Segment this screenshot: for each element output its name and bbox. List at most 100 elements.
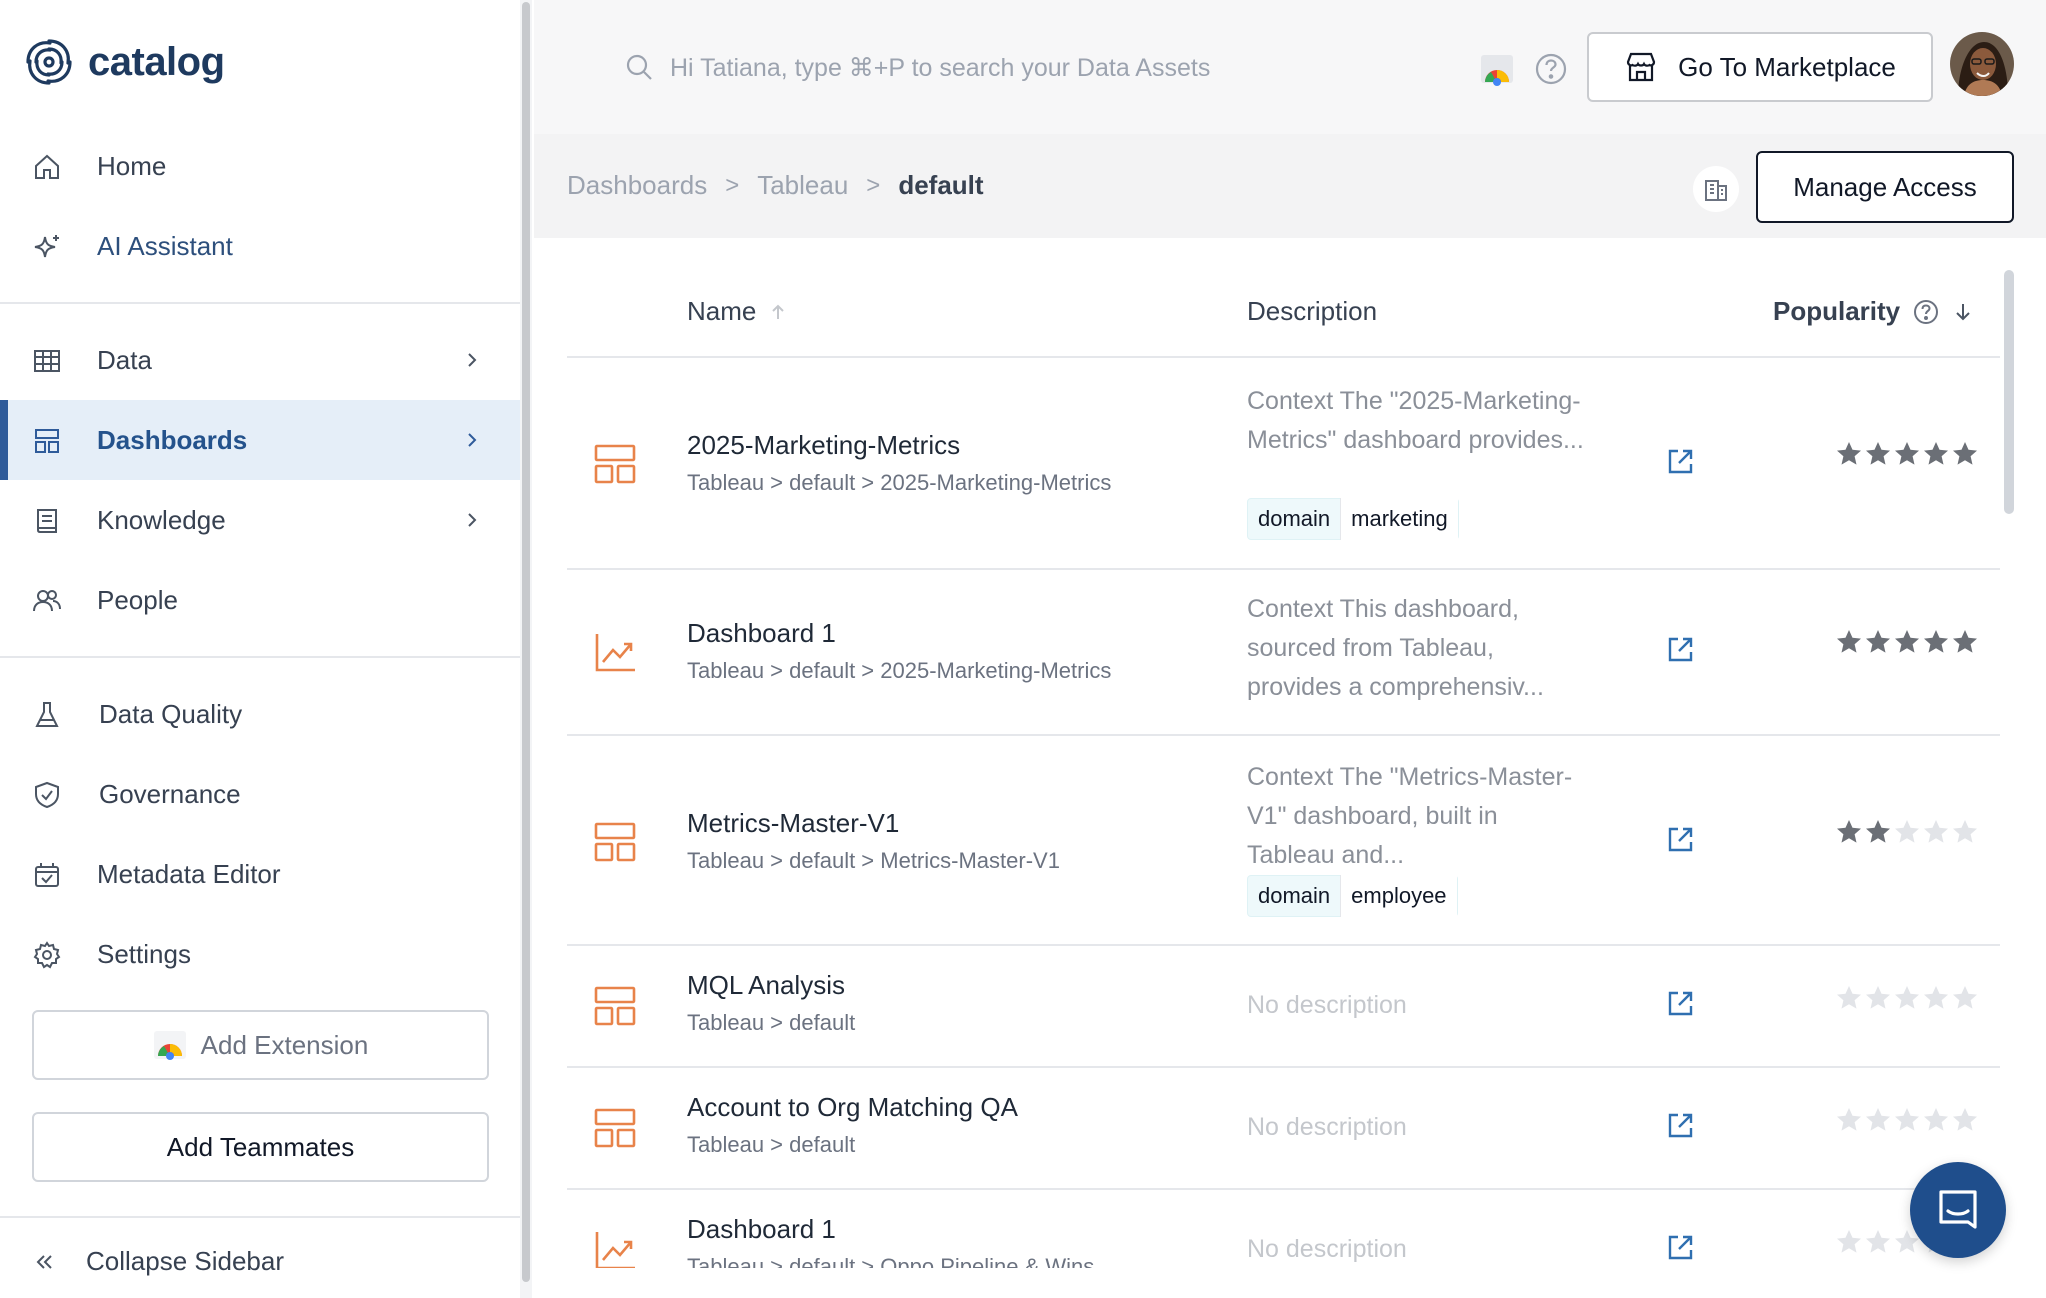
dashboard-path: Tableau > default > Metrics-Master-V1 (687, 848, 1060, 873)
dashboard-name[interactable]: MQL Analysis (687, 970, 845, 1001)
sidebar-item-label: Data (97, 344, 152, 375)
sidebar-item-data-quality[interactable]: Data Quality (0, 674, 520, 754)
table-row[interactable]: 2025-Marketing-Metrics Tableau > default… (567, 358, 2000, 568)
star-icon (1924, 820, 1948, 843)
avatar[interactable] (1950, 32, 2014, 96)
star-icon (1837, 986, 1861, 1009)
star-icon (1866, 986, 1890, 1009)
search-input[interactable] (670, 44, 1450, 92)
star-icon (1866, 820, 1890, 843)
breadcrumb: Dashboards > Tableau > default (567, 170, 984, 201)
chrome-extension-icon[interactable] (1480, 52, 1514, 86)
sidebar-item-dashboards[interactable]: Dashboards (0, 400, 520, 480)
popularity-stars (1835, 1106, 1979, 1134)
add-teammates-button[interactable]: Add Teammates (32, 1112, 489, 1182)
star-icon (1837, 630, 1861, 653)
star-icon (1895, 986, 1919, 1009)
external-link-icon[interactable] (1664, 824, 1696, 856)
sidebar-item-data[interactable]: Data (0, 320, 520, 400)
column-header-label: Popularity (1773, 296, 1901, 326)
star-icon (1866, 1230, 1890, 1253)
star-icon (1895, 442, 1919, 465)
sidebar-item-label: Knowledge (97, 504, 226, 535)
breadcrumb-current: default (898, 170, 984, 200)
sidebar: catalog Home AI Assistant Data Dashboard… (0, 0, 522, 1298)
popularity-stars (1835, 818, 1979, 846)
dashboard-name[interactable]: Dashboard 1 (687, 1214, 836, 1245)
user-avatar-image (1950, 32, 2014, 96)
dashboard-path: Tableau > default > 2025-Marketing-Metri… (687, 658, 1112, 683)
sidebar-item-metadata-editor[interactable]: Metadata Editor (0, 834, 520, 914)
dashboard-description: Context The "2025-Marketing-Metrics" das… (1247, 387, 1584, 454)
line-chart-icon (595, 1232, 635, 1270)
dashboard-name[interactable]: Account to Org Matching QA (687, 1092, 1018, 1123)
sort-arrow-down-icon[interactable] (1952, 301, 1974, 323)
dashboard-icon (35, 429, 59, 453)
calendar-check-icon (35, 863, 59, 887)
column-header-name[interactable]: Name (687, 296, 788, 327)
star-icon (1895, 1108, 1919, 1131)
external-link-icon[interactable] (1664, 634, 1696, 666)
sidebar-item-label: People (97, 584, 178, 615)
column-header-description: Description (1247, 296, 1377, 327)
add-extension-label: Add Extension (200, 1029, 369, 1060)
sidebar-item-governance[interactable]: Governance (0, 754, 520, 834)
popularity-stars (1835, 628, 1979, 656)
column-header-popularity[interactable]: Popularity (1773, 296, 1974, 327)
breadcrumb-item[interactable]: Dashboards (567, 170, 707, 201)
flask-icon (35, 702, 59, 727)
catalog-logo[interactable]: catalog (22, 34, 225, 90)
collapse-sidebar-label: Collapse Sidebar (86, 1246, 285, 1276)
chat-support-button[interactable] (1910, 1162, 2006, 1258)
organization-button[interactable] (1693, 166, 1739, 212)
add-extension-button[interactable]: Add Extension (32, 1010, 489, 1080)
table-row[interactable]: Metrics-Master-V1 Tableau > default > Me… (567, 736, 2000, 944)
scroll-clip (534, 1268, 2004, 1298)
go-to-marketplace-button[interactable]: Go To Marketplace (1587, 32, 1933, 102)
sidebar-scrollbar[interactable] (520, 0, 532, 1298)
dashboard-description: No description (1247, 1235, 1407, 1263)
dashboard-name[interactable]: 2025-Marketing-Metrics (687, 430, 960, 461)
tag-value: marketing (1340, 498, 1458, 540)
manage-access-button[interactable]: Manage Access (1756, 151, 2014, 223)
scrollbar-thumb[interactable] (522, 2, 530, 1282)
sidebar-divider (0, 656, 520, 658)
breadcrumb-item[interactable]: Tableau (757, 170, 848, 201)
dashboard-name[interactable]: Metrics-Master-V1 (687, 808, 899, 839)
dashboard-path: Tableau > default (687, 1132, 856, 1157)
chevron-right-icon (468, 433, 477, 447)
shield-icon (35, 781, 59, 809)
domain-tag[interactable]: domain marketing (1247, 498, 1459, 540)
external-link-icon[interactable] (1664, 1232, 1696, 1264)
dashboard-icon (594, 986, 636, 1026)
sidebar-item-knowledge[interactable]: Knowledge (0, 480, 520, 560)
chevron-right-icon (468, 353, 477, 367)
table-row[interactable]: MQL Analysis Tableau > default No descri… (567, 946, 2000, 1066)
table-scrollbar-thumb[interactable] (2004, 270, 2014, 514)
external-link-icon[interactable] (1664, 988, 1696, 1020)
domain-tag[interactable]: domain employee (1247, 875, 1458, 917)
logo-text: catalog (88, 39, 225, 84)
star-icon (1837, 1108, 1861, 1131)
table-row[interactable]: Account to Org Matching QA Tableau > def… (567, 1068, 2000, 1188)
dashboard-icon (594, 822, 636, 862)
dashboard-description: No description (1247, 991, 1407, 1019)
external-link-icon[interactable] (1664, 1110, 1696, 1142)
sidebar-item-people[interactable]: People (0, 560, 520, 640)
star-icon (1953, 630, 1977, 653)
star-icon (1953, 1108, 1977, 1131)
star-icon (1837, 1230, 1861, 1253)
people-icon (33, 590, 61, 612)
dashboard-name[interactable]: Dashboard 1 (687, 618, 836, 649)
sidebar-item-home[interactable]: Home (0, 126, 520, 206)
tag-key: domain (1258, 883, 1331, 908)
sidebar-item-settings[interactable]: Settings (0, 914, 520, 994)
help-icon[interactable] (1534, 52, 1568, 86)
popularity-stars (1835, 984, 1979, 1012)
help-icon[interactable] (1912, 298, 1940, 326)
external-link-icon[interactable] (1664, 446, 1696, 478)
book-icon (37, 509, 57, 533)
table-row[interactable]: Dashboard 1 Tableau > default > 2025-Mar… (567, 570, 2000, 734)
sidebar-item-ai-assistant[interactable]: AI Assistant (0, 206, 520, 286)
collapse-sidebar-button[interactable]: Collapse Sidebar (32, 1246, 284, 1277)
